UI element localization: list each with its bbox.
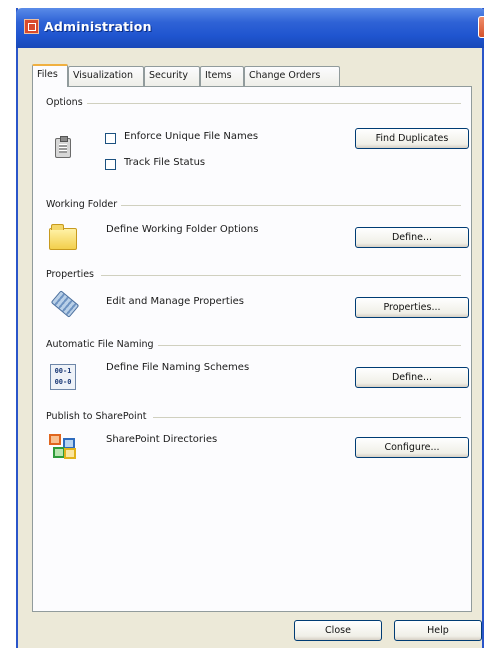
- enforce-unique-file-names-checkbox[interactable]: [105, 133, 116, 144]
- properties-description: Edit and Manage Properties: [106, 296, 244, 307]
- properties-separator: [101, 275, 461, 276]
- sharepoint-icon-orange: [49, 434, 61, 445]
- file-naming-section-label: Automatic File Naming: [46, 339, 158, 350]
- tab-visualization[interactable]: Visualization: [68, 66, 144, 86]
- working-folder-description: Define Working Folder Options: [106, 224, 259, 235]
- options-section-label: Options: [46, 97, 87, 108]
- close-button[interactable]: Close: [294, 620, 382, 641]
- options-separator: [87, 103, 461, 104]
- file-naming-icon: 00-1 00-0: [50, 364, 76, 390]
- sharepoint-separator: [153, 417, 461, 418]
- enforce-unique-file-names-label: Enforce Unique File Names: [124, 131, 259, 142]
- sharepoint-description: SharePoint Directories: [106, 434, 218, 445]
- working-folder-section-label: Working Folder: [46, 199, 122, 210]
- files-tab-panel: Options Enforce Unique File Names Track …: [32, 86, 472, 612]
- configure-sharepoint-button[interactable]: Configure...: [355, 437, 469, 458]
- administration-window: Administration Files Visualization Secur…: [16, 8, 484, 648]
- properties-button[interactable]: Properties...: [355, 297, 469, 318]
- sharepoint-section-label: Publish to SharePoint: [46, 411, 151, 422]
- folder-icon: [49, 224, 77, 250]
- track-file-status-checkbox[interactable]: [105, 159, 116, 170]
- window-title: Administration: [44, 19, 152, 34]
- clipboard-icon: [55, 136, 71, 158]
- define-file-naming-button[interactable]: Define...: [355, 367, 469, 388]
- tab-change-orders[interactable]: Change Orders: [244, 66, 340, 86]
- app-icon: [24, 19, 39, 34]
- file-naming-separator: [157, 345, 461, 346]
- define-working-folder-button[interactable]: Define...: [355, 227, 469, 248]
- tab-files[interactable]: Files: [32, 64, 68, 87]
- close-icon[interactable]: [478, 16, 484, 38]
- title-bar[interactable]: Administration: [16, 8, 484, 48]
- tag-icon: [49, 291, 75, 317]
- tab-security[interactable]: Security: [144, 66, 200, 86]
- sharepoint-icon: [49, 434, 77, 460]
- track-file-status-label: Track File Status: [124, 157, 206, 168]
- properties-section-label: Properties: [46, 269, 99, 280]
- tab-items[interactable]: Items: [200, 66, 244, 86]
- help-button[interactable]: Help: [394, 620, 482, 641]
- file-naming-icon-bottom-text: 00-0: [54, 378, 72, 386]
- find-duplicates-button[interactable]: Find Duplicates: [355, 128, 469, 149]
- sharepoint-icon-yellow: [64, 448, 76, 459]
- file-naming-description: Define File Naming Schemes: [106, 362, 250, 373]
- working-folder-separator: [119, 205, 461, 206]
- file-naming-icon-top-text: 00-1: [54, 367, 72, 375]
